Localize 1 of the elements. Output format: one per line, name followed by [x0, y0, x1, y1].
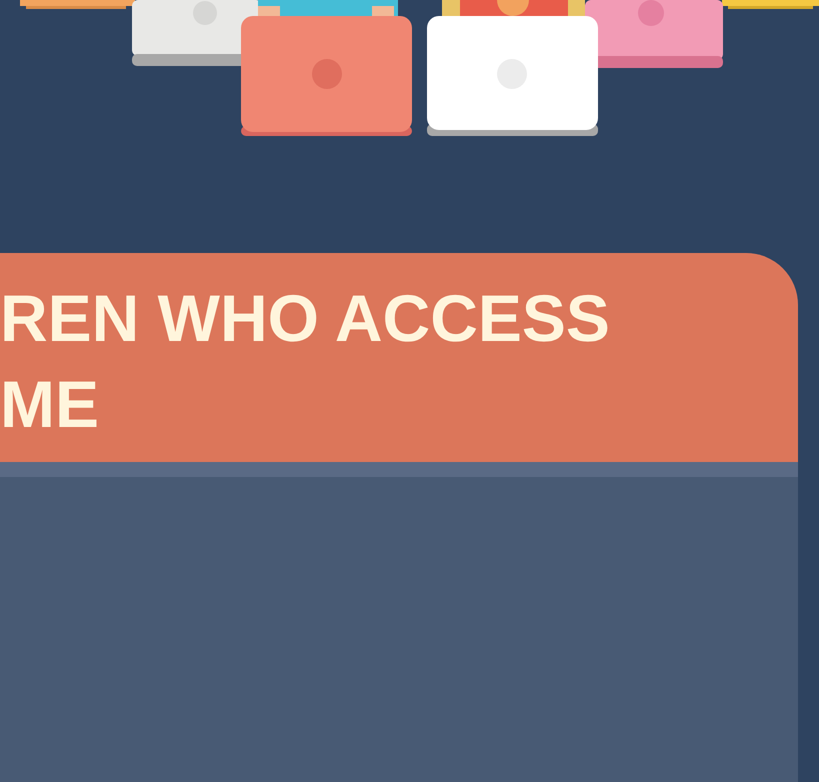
card-title: REN WHO ACCESS ME	[0, 280, 610, 443]
